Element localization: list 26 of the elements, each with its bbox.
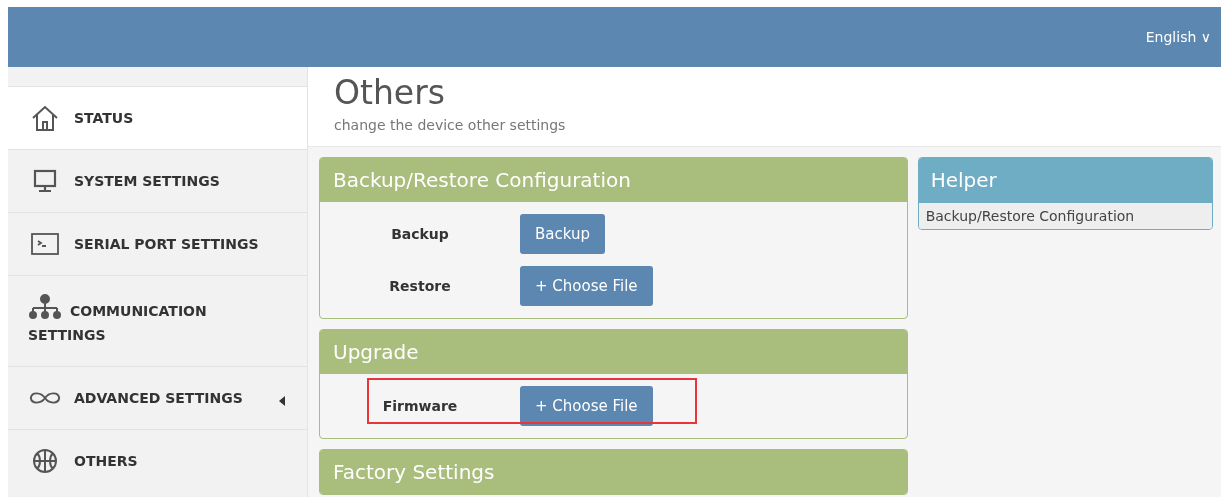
sidebar-item[interactable]: COMMUNICATION SETTINGS	[8, 275, 307, 366]
panel-title: Upgrade	[320, 330, 907, 374]
sitemap-icon	[28, 294, 62, 320]
field-label: Firmware	[381, 398, 459, 414]
helper-text: Backup/Restore Configuration	[918, 202, 1212, 229]
sidebar-item[interactable]: ADVANCED SETTINGS	[8, 366, 307, 429]
sidebar-item[interactable]: SERIAL PORT SETTINGS	[8, 212, 307, 275]
panel-title: Factory Settings	[320, 450, 907, 494]
sidebar-item[interactable]: STATUS	[8, 86, 307, 149]
page-title: Others	[334, 73, 446, 113]
field-label: Backup	[390, 226, 450, 242]
action-button[interactable]: + Choose File	[520, 266, 653, 306]
page-subtitle: change the device other settings	[334, 117, 567, 133]
infinity-icon	[28, 389, 62, 407]
panel-title: Backup/Restore Configuration	[320, 158, 907, 202]
sidebar-item[interactable]: SYSTEM SETTINGS	[8, 149, 307, 212]
action-button[interactable]: + Choose File	[520, 386, 653, 426]
monitor-icon	[32, 168, 58, 194]
field-label: Restore	[388, 278, 452, 294]
panel-title: Helper	[918, 158, 1212, 202]
action-button[interactable]: Backup	[520, 214, 605, 254]
terminal-icon	[30, 231, 60, 257]
house-icon	[30, 103, 60, 133]
sidebar-item[interactable]: OTHERS	[8, 429, 307, 492]
language-selector[interactable]: English ∨	[1145, 29, 1211, 45]
basketball-icon	[31, 447, 59, 475]
